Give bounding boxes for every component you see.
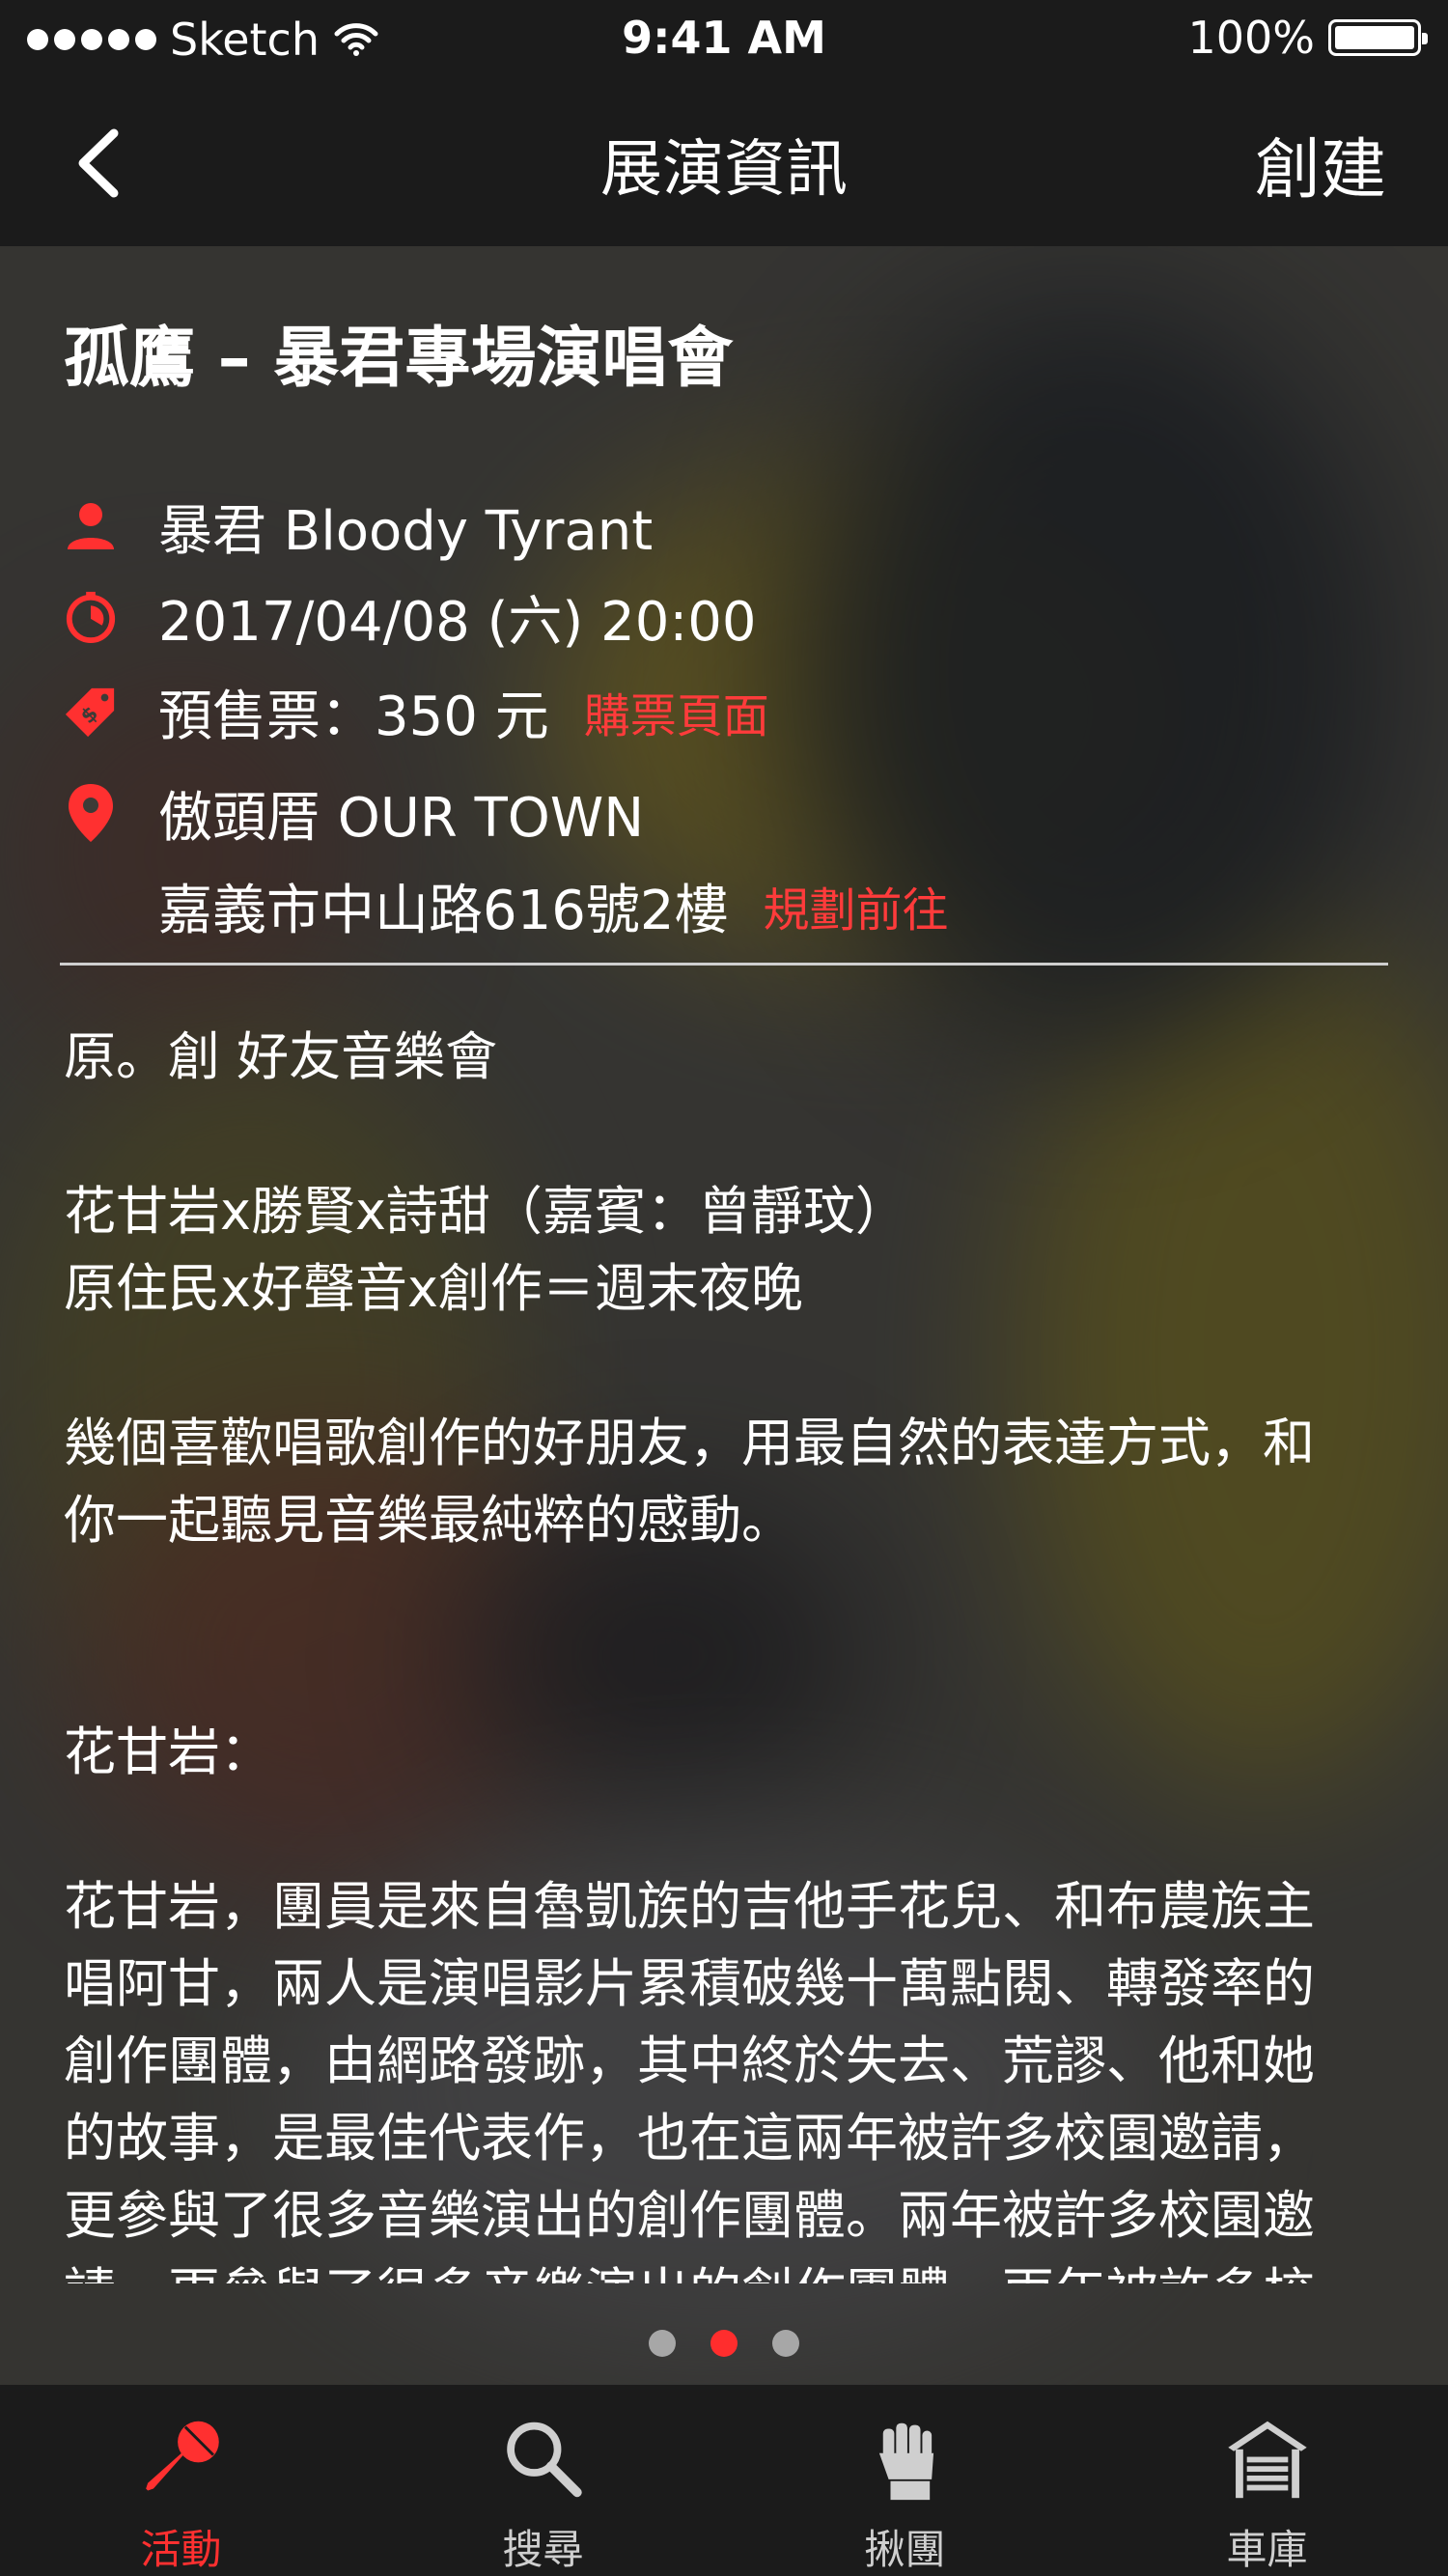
clock-icon	[64, 588, 118, 646]
page-title: 展演資訊	[600, 134, 848, 206]
person-icon	[64, 497, 118, 555]
tab-events[interactable]: 活動	[0, 2385, 362, 2576]
event-datetime: 2017/04/08 (六) 20:00	[158, 590, 757, 654]
battery-icon	[1328, 19, 1428, 56]
garage-icon	[1227, 2421, 1307, 2499]
directions-link[interactable]: 規劃前往	[764, 872, 949, 939]
address-row: 嘉義市中山路616號2樓 規劃前往	[158, 867, 949, 944]
fist-icon	[878, 2422, 933, 2501]
create-button[interactable]: 創建	[1255, 116, 1386, 211]
ticket-row: $ 預售票：350 元 購票頁面	[64, 673, 769, 750]
venue-name: 傲頭厝 OUR TOWN	[158, 786, 645, 850]
status-right: 100%	[1187, 12, 1428, 64]
event-title: 孤鷹 – 暴君專場演唱會	[64, 321, 734, 397]
tab-label: 揪團	[864, 2526, 946, 2573]
page-dot-active[interactable]	[710, 2330, 738, 2357]
price-tag-icon: $	[64, 683, 118, 741]
datetime-row: 2017/04/08 (六) 20:00	[64, 578, 756, 656]
search-icon	[506, 2422, 582, 2498]
tab-garage[interactable]: 車庫	[1086, 2385, 1448, 2576]
page-dot[interactable]	[649, 2330, 676, 2357]
microphone-icon	[145, 2421, 219, 2491]
ticket-page-link[interactable]: 購票頁面	[584, 678, 769, 745]
tab-bar: 活動 搜尋 揪團 車庫	[0, 2385, 1448, 2576]
ticket-price: 預售票：350 元	[158, 685, 549, 748]
status-bar: Sketch 9:41 AM 100%	[0, 0, 1448, 81]
venue-row: 傲頭厝 OUR TOWN	[64, 774, 644, 852]
tab-label: 搜尋	[502, 2526, 584, 2573]
event-content[interactable]: 孤鷹 – 暴君專場演唱會 暴君 Bloody Tyrant 2017/04/08…	[0, 246, 1448, 2293]
tab-search[interactable]: 搜尋	[362, 2385, 724, 2576]
tab-label: 活動	[140, 2526, 222, 2573]
page-dot[interactable]	[772, 2330, 799, 2357]
navigation-bar: 展演資訊 創建	[0, 81, 1448, 246]
battery-percentage: 100%	[1187, 12, 1315, 64]
venue-address: 嘉義市中山路616號2樓	[158, 879, 729, 942]
page-indicator[interactable]	[0, 2330, 1448, 2357]
location-pin-icon	[64, 784, 118, 842]
performer-name: 暴君 Bloody Tyrant	[158, 499, 654, 563]
event-detail-screen: Sketch 9:41 AM 100% 展演資訊 創建 孤鷹 – 暴君專場演唱會	[0, 0, 1448, 2576]
event-description: 原。創 好友音樂會 花甘岩x勝賢x詩甜（嘉賓：曾靜玟） 原住民x好聲音x創作＝週…	[64, 1026, 1315, 2283]
divider	[60, 963, 1388, 966]
performer-row: 暴君 Bloody Tyrant	[64, 488, 653, 565]
tab-label: 車庫	[1226, 2526, 1308, 2573]
tab-group[interactable]: 揪團	[724, 2385, 1086, 2576]
